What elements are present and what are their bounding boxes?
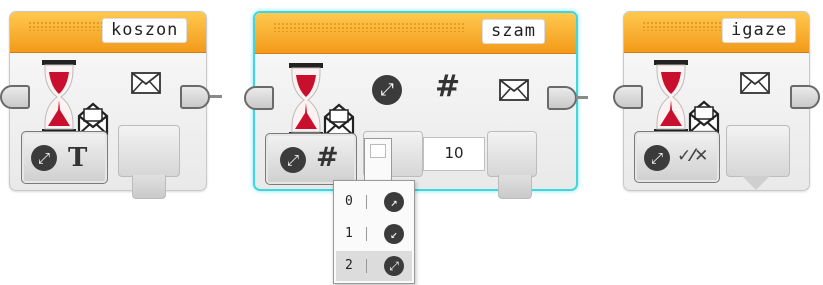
message-output-tab xyxy=(132,175,166,199)
compare-mode-icon: ⤢ xyxy=(280,147,306,173)
sequence-output-plug[interactable] xyxy=(790,85,820,109)
message-input-plug[interactable] xyxy=(726,125,790,177)
message-output-tab xyxy=(498,175,532,199)
block-label[interactable]: szam xyxy=(482,19,545,44)
sequence-wire xyxy=(576,96,588,99)
block-igaze[interactable]: igaze ⤢ ✓⁄✕ xyxy=(623,11,810,191)
logic-type-icon: ✓⁄✕ xyxy=(677,146,709,166)
compare-icon: ⤢ xyxy=(372,75,402,105)
option-number: 1 xyxy=(345,226,353,241)
compare-type-popup: 0 ↗ 1 ↙ 2 ⤢ xyxy=(333,180,415,284)
block-koszon[interactable]: koszon ⤢ T xyxy=(9,11,207,199)
compare-type-dropdown-tab[interactable] xyxy=(364,138,392,182)
hourglass-wait-icon xyxy=(42,60,76,134)
block-label[interactable]: koszon xyxy=(102,18,188,43)
option-number: 0 xyxy=(345,194,353,209)
block-szam[interactable]: szam ⤢ # ⤢ # 10 xyxy=(253,11,578,199)
hourglass-wait-icon xyxy=(289,63,323,137)
mode-selector-button[interactable]: ⤢ ✓⁄✕ xyxy=(634,131,720,183)
hourglass-wait-icon xyxy=(654,60,688,134)
envelope-icon xyxy=(499,79,529,101)
compare-arrow-both-icon: ⤢ xyxy=(384,256,404,276)
sequence-input-plug[interactable] xyxy=(613,85,643,109)
message-input-plug[interactable] xyxy=(487,131,537,177)
message-output-arrow xyxy=(742,176,770,190)
number-icon: # xyxy=(435,69,461,104)
popup-option-0[interactable]: 0 ↗ xyxy=(336,187,412,217)
text-type-icon: T xyxy=(68,143,88,173)
number-type-icon: # xyxy=(316,142,339,173)
compare-arrow-down-icon: ↙ xyxy=(384,224,404,244)
envelope-receive-icon xyxy=(323,103,355,137)
option-number: 2 xyxy=(345,258,353,273)
envelope-receive-icon xyxy=(688,100,720,134)
sequence-input-plug[interactable] xyxy=(244,86,274,110)
popup-option-2[interactable]: 2 ⤢ xyxy=(336,251,412,281)
sequence-output-plug[interactable] xyxy=(547,86,577,110)
compare-mode-icon: ⤢ xyxy=(644,145,670,171)
message-input-plug[interactable] xyxy=(118,125,180,177)
block-label[interactable]: igaze xyxy=(722,18,797,43)
mode-selector-button[interactable]: ⤢ # xyxy=(265,133,357,185)
value-input-field[interactable]: 10 xyxy=(423,137,485,171)
envelope-icon xyxy=(131,72,161,94)
envelope-icon xyxy=(740,72,770,94)
sequence-output-plug[interactable] xyxy=(180,85,210,109)
compare-arrow-up-icon: ↗ xyxy=(384,192,404,212)
sequence-input-plug[interactable] xyxy=(0,85,30,109)
mode-selector-button[interactable]: ⤢ T xyxy=(21,131,108,184)
popup-option-1[interactable]: 1 ↙ xyxy=(336,219,412,249)
sequence-wire xyxy=(210,95,222,98)
compare-mode-icon: ⤢ xyxy=(31,145,57,171)
